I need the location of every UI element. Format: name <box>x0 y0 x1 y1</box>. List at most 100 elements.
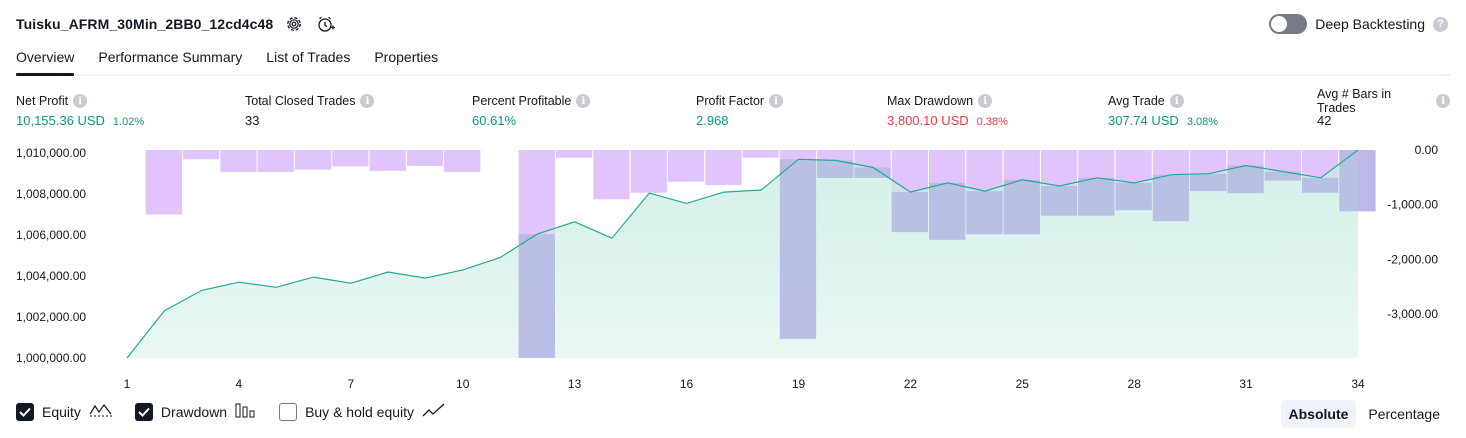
metric-value: 307.74 USD <box>1108 113 1179 128</box>
tab-list-of-trades[interactable]: List of Trades <box>266 44 350 74</box>
metric-max-drawdown: Max Drawdown i 3,800.10 USD 0.38% <box>887 93 1008 128</box>
info-icon[interactable]: i <box>769 94 784 108</box>
right-axis-tick-label: 0.00 <box>1415 143 1439 157</box>
left-axis-tick-label: 1,010,000.00 <box>16 146 86 160</box>
metric-label: Avg # Bars in Trades <box>1317 87 1392 115</box>
tab-overview[interactable]: Overview <box>16 44 75 76</box>
metrics-row: Net Profit i 10,155.36 USD 1.02% Total Clo… <box>16 87 1450 133</box>
drawdown-bar-overlap <box>1264 171 1301 181</box>
drawdown-bars-icon <box>235 402 257 421</box>
help-icon[interactable]: ? <box>1433 16 1448 32</box>
legend-equity[interactable]: Equity <box>16 402 113 421</box>
metric-percent: 0.38% <box>976 116 1008 128</box>
drawdown-bar <box>705 150 742 185</box>
metric-label: Net Profit <box>16 94 69 108</box>
percentage-button[interactable]: Percentage <box>1360 400 1448 428</box>
tab-properties[interactable]: Properties <box>374 44 438 74</box>
strategy-name: Tuisku_AFRM_30Min_2BB0_12cd4c48 <box>16 16 274 32</box>
x-axis-tick-label: 16 <box>680 377 694 391</box>
drawdown-bar <box>332 150 369 167</box>
equity-drawdown-chart[interactable]: 1,010,000.00 1,008,000.00 1,006,000.00 1,00… <box>0 140 1466 394</box>
metric-value: 42 <box>1317 113 1332 128</box>
left-axis-tick-label: 1,000,000.00 <box>16 351 86 365</box>
legend-buy-hold-equity[interactable]: Buy & hold equity <box>279 402 446 421</box>
metric-profit-factor: Profit Factor i 2.968 <box>696 93 784 128</box>
legend-drawdown[interactable]: Drawdown <box>134 402 257 421</box>
metric-value: 3,800.10 USD <box>887 113 969 128</box>
left-axis-tick-label: 1,008,000.00 <box>16 187 86 201</box>
drawdown-bar-overlap <box>966 191 1003 235</box>
legend-label: Drawdown <box>160 403 228 420</box>
info-icon[interactable]: i <box>360 94 375 108</box>
metric-label: Avg Trade <box>1108 94 1165 108</box>
drawdown-bar <box>742 150 779 158</box>
drawdown-checkbox[interactable] <box>134 402 153 421</box>
drawdown-bar <box>593 150 630 200</box>
x-axis-tick-label: 4 <box>236 377 243 391</box>
drawdown-bar <box>145 150 182 215</box>
report-tabs: Overview Performance Summary List of Tra… <box>16 44 1450 76</box>
info-icon[interactable]: i <box>73 94 88 108</box>
metric-percent: 1.02% <box>112 116 145 128</box>
equity-line-icon <box>89 402 113 421</box>
left-axis-tick-label: 1,004,000.00 <box>16 269 86 283</box>
legend-label: Equity <box>42 403 81 420</box>
drawdown-bar-overlap <box>1190 173 1227 192</box>
metric-label: Total Closed Trades <box>245 94 356 108</box>
trend-line-icon <box>422 402 446 421</box>
chart-legend: Equity Drawdown Buy & hold equity <box>16 402 446 421</box>
drawdown-bar-overlap <box>779 159 817 339</box>
drawdown-bar <box>630 150 667 193</box>
metric-percent-profitable: Percent Profitable i 60.61% <box>472 93 591 128</box>
add-alert-clock-icon[interactable] <box>315 13 337 35</box>
drawdown-bar <box>667 150 705 182</box>
drawdown-bar-overlap <box>518 234 555 358</box>
x-axis-tick-label: 19 <box>792 377 806 391</box>
right-axis-tick-label: -1,000.00 <box>1387 198 1438 212</box>
tab-performance-summary[interactable]: Performance Summary <box>98 44 242 74</box>
metric-avg-trade: Avg Trade i 307.74 USD 3.08% <box>1108 93 1218 128</box>
metric-percent: 3.08% <box>1186 116 1219 128</box>
drawdown-bar <box>369 150 406 171</box>
legend-label: Buy & hold equity <box>305 403 415 420</box>
right-axis-tick-label: -2,000.00 <box>1387 253 1438 267</box>
absolute-button[interactable]: Absolute <box>1280 400 1357 428</box>
info-icon[interactable]: i <box>576 94 591 108</box>
x-axis-tick-label: 13 <box>568 377 582 391</box>
strategy-header: Tuisku_AFRM_30Min_2BB0_12cd4c48 <box>16 12 337 36</box>
metric-label: Max Drawdown <box>887 94 974 108</box>
drawdown-bar <box>294 150 332 170</box>
drawdown-bar <box>444 150 481 172</box>
drawdown-bar-overlap <box>1302 177 1339 193</box>
metric-value: 10,155.36 USD <box>16 113 105 128</box>
drawdown-bar <box>406 150 444 166</box>
info-icon[interactable]: i <box>978 94 993 108</box>
settings-gear-icon[interactable] <box>283 13 305 35</box>
drawdown-bar-overlap <box>1227 165 1264 194</box>
metric-value: 33 <box>245 113 260 128</box>
metric-label: Profit Factor <box>696 94 765 108</box>
x-axis-tick-label: 25 <box>1016 377 1030 391</box>
drawdown-bar-overlap <box>929 182 966 240</box>
metric-net-profit: Net Profit i 10,155.36 USD 1.02% <box>16 93 144 128</box>
drawdown-bar-overlap <box>1115 182 1152 211</box>
deep-backtesting: Deep Backtesting ? <box>1269 14 1448 34</box>
deep-backtesting-toggle[interactable] <box>1269 14 1308 34</box>
left-axis-tick-label: 1,006,000.00 <box>16 228 86 242</box>
right-axis-tick-label: -3,000.00 <box>1387 307 1438 321</box>
info-icon[interactable]: i <box>1169 94 1184 108</box>
drawdown-bar-overlap <box>1078 177 1115 216</box>
metric-total-closed-trades: Total Closed Trades i 33 <box>245 93 375 128</box>
metric-value: 60.61% <box>472 113 517 128</box>
x-axis-tick-label: 22 <box>904 377 918 391</box>
buy-hold-checkbox[interactable] <box>279 402 298 421</box>
x-axis-tick-label: 28 <box>1128 377 1142 391</box>
drawdown-bar <box>556 150 593 158</box>
info-icon[interactable]: i <box>1436 94 1450 108</box>
metric-label: Percent Profitable <box>472 94 572 108</box>
drawdown-bar <box>257 150 294 172</box>
display-mode-switch: Absolute Percentage <box>1280 400 1449 428</box>
equity-checkbox[interactable] <box>16 402 34 421</box>
drawdown-bar-overlap <box>854 167 891 178</box>
drawdown-bar-overlap <box>891 192 928 233</box>
